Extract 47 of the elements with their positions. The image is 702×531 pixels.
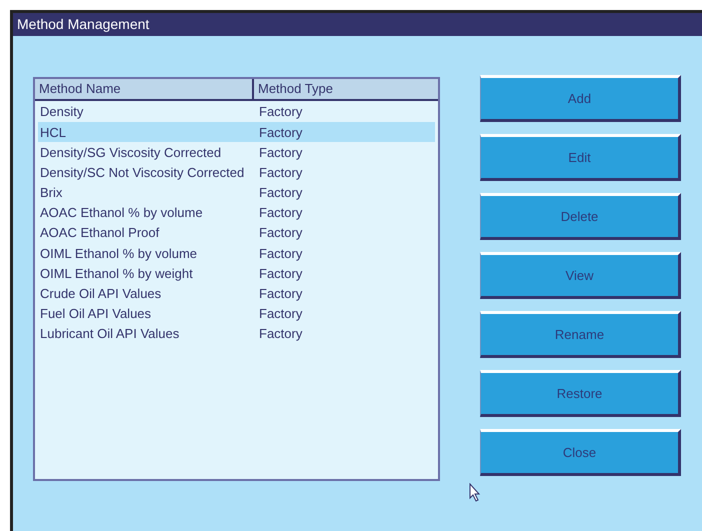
table-cell-text: Fuel Oil API Values	[39, 305, 152, 324]
column-header[interactable]: Method Type	[254, 79, 438, 99]
action-button[interactable]: View	[480, 252, 681, 299]
table-row[interactable]: Crude Oil API Values Factory	[38, 284, 435, 304]
table-cell-text: Factory	[258, 264, 302, 283]
table-cell-text: OIML Ethanol % by weight	[39, 264, 194, 283]
action-button[interactable]: Rename	[480, 311, 681, 358]
table-row[interactable]: AOAC Ethanol Proof Factory	[38, 223, 435, 244]
table-row[interactable]: OIML Ethanol % by weight Factory	[38, 264, 435, 284]
table-cell-text: Factory	[258, 204, 302, 222]
table-row[interactable]: Lubricant Oil API Values Factory	[38, 324, 435, 344]
action-button[interactable]: Restore	[480, 370, 681, 417]
table-cell-text: AOAC Ethanol Proof	[39, 224, 160, 242]
table-row[interactable]: OIML Ethanol % by volume Factory	[38, 243, 435, 264]
table-cell-text: Density/SC Not Viscosity Corrected	[39, 164, 246, 182]
action-button[interactable]: Delete	[480, 193, 681, 240]
table-cell-text: Factory	[258, 224, 302, 242]
table-cell-text: Brix	[39, 184, 64, 202]
table-cell-text: Factory	[258, 184, 302, 202]
table-cell-text: OIML Ethanol % by volume	[39, 244, 198, 263]
table-cell-text: Factory	[258, 103, 302, 122]
table-row[interactable]: Density/SG Viscosity Corrected Factory	[38, 142, 435, 163]
table-row[interactable]: Brix Factory	[38, 182, 435, 203]
table-cell-text: Factory	[258, 285, 302, 304]
action-button[interactable]: Add	[480, 75, 681, 122]
action-button[interactable]: Edit	[480, 134, 681, 181]
table-cell-text: Factory	[258, 124, 302, 142]
table-cell-text: Factory	[258, 144, 302, 162]
table-cell-text: Crude Oil API Values	[39, 285, 162, 304]
table-cell-text: Factory	[258, 164, 302, 182]
table-cell-text: AOAC Ethanol % by volume	[39, 204, 204, 222]
table-row[interactable]: AOAC Ethanol % by volume Factory	[38, 202, 435, 224]
table-cell-text: Lubricant Oil API Values	[39, 325, 180, 344]
mouse-pointer-icon	[469, 483, 481, 502]
column-header[interactable]: Method Name	[35, 79, 254, 99]
table-row[interactable]: Density/SC Not Viscosity Corrected Factory	[38, 162, 435, 183]
table-cell-text: Factory	[258, 305, 302, 324]
table-cell-text: Factory	[258, 325, 302, 344]
table-row[interactable]: Fuel Oil API Values Factory	[38, 304, 435, 324]
table-cell-text: Density	[39, 103, 84, 122]
table-row[interactable]: Density Factory	[38, 102, 435, 122]
table-cell-text: Factory	[258, 244, 302, 263]
table-cell-text: HCL	[39, 124, 68, 142]
table-cell-text: Density/SG Viscosity Corrected	[39, 144, 222, 162]
table-row[interactable]: HCL Factory	[38, 122, 435, 142]
window-title: Method Management	[17, 15, 150, 34]
action-button[interactable]: Close	[480, 429, 681, 476]
